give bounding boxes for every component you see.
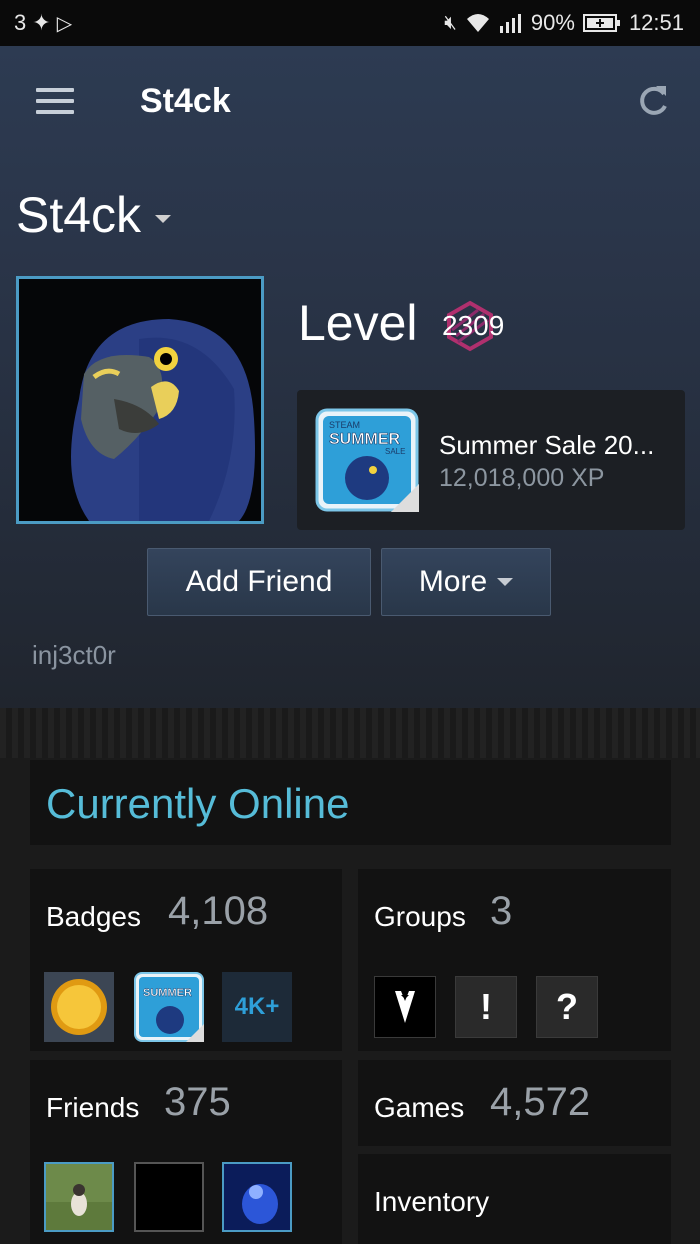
featured-badge-xp: 12,018,000 XP (439, 464, 605, 492)
badge-art-sale: SALE (385, 447, 405, 456)
add-friend-label: Add Friend (185, 565, 333, 598)
app-title: St4ck (140, 82, 231, 120)
friends-count: 375 (164, 1080, 231, 1124)
online-status: Currently Online (46, 780, 350, 827)
exclamation-group-text: ! (480, 986, 492, 1027)
more-button[interactable]: More (381, 548, 551, 616)
4k-badge-text: 4K+ (234, 993, 280, 1020)
avatar[interactable] (16, 276, 264, 524)
friends-panel[interactable]: Friends 375 (30, 1060, 342, 1244)
badge-art-summer: SUMMER (329, 431, 401, 448)
mute-icon: 🔇︎ (444, 11, 457, 34)
question-group-text: ? (556, 986, 578, 1027)
badges-panel[interactable]: Badges 4,108 SUMMER 4K+ (30, 869, 342, 1051)
friend-avatar-blue[interactable] (222, 1162, 292, 1232)
featured-badge-title: Summer Sale 20... (439, 430, 655, 460)
level-value: 2309 (442, 310, 505, 341)
add-friend-button[interactable]: Add Friend (147, 548, 371, 616)
question-group-icon[interactable]: ? (536, 976, 598, 1038)
signal-icon (499, 14, 521, 33)
refresh-icon[interactable] (634, 82, 672, 120)
persona-name: St4ck (16, 187, 142, 243)
summer-sale-badge-icon: SUMMER (134, 972, 204, 1042)
badges-label: Badges (46, 901, 141, 932)
inventory-panel[interactable]: Inventory (358, 1154, 671, 1244)
badge-art-steam: STEAM (329, 420, 360, 430)
tuxedo-group-icon[interactable] (374, 976, 436, 1038)
app-toolbar: St4ck (0, 46, 700, 156)
chevron-down-icon (497, 578, 514, 586)
badge-thumb-summer: SUMMER (143, 987, 192, 999)
wifi-icon (466, 14, 489, 32)
inventory-label: Inventory (374, 1186, 490, 1217)
4k-badge-icon: 4K+ (222, 972, 292, 1042)
battery-percent: 90% (530, 10, 575, 35)
chevron-down-icon (155, 214, 172, 223)
groups-panel[interactable]: Groups 3 ! ? (358, 869, 671, 1051)
groups-label: Groups (374, 901, 466, 932)
menu-icon[interactable] (36, 88, 74, 114)
persona-name-dropdown[interactable]: St4ck (16, 186, 172, 244)
notification-count: 3 (14, 10, 27, 35)
parrot-avatar-image (19, 279, 261, 521)
account-username: inj3ct0r (32, 640, 116, 670)
status-bar: 3 ✦ ▷ 🔇︎ 90% 12:51 (0, 0, 700, 46)
games-label: Games (374, 1092, 465, 1123)
coin-badge-icon (44, 972, 114, 1042)
games-count: 4,572 (490, 1080, 591, 1124)
cat-app-icon: ✦ (32, 10, 51, 35)
play-store-icon: ▷ (56, 12, 73, 35)
divider-strip (0, 708, 700, 758)
friends-label: Friends (46, 1092, 140, 1123)
more-label: More (418, 565, 488, 598)
groups-count: 3 (490, 889, 513, 933)
badges-count: 4,108 (168, 889, 269, 933)
friend-avatar-black[interactable] (134, 1162, 204, 1232)
friend-avatar-dog[interactable] (44, 1162, 114, 1232)
featured-badge-card[interactable]: STEAM SUMMER SALE Summer Sale 20... 12,0… (297, 390, 685, 530)
summer-sale-badge-image: STEAM SUMMER SALE (315, 408, 419, 512)
level-label: Level (298, 295, 418, 351)
battery-charging-icon (582, 14, 620, 32)
online-status-box: Currently Online (30, 760, 671, 845)
games-panel[interactable]: Games 4,572 (358, 1060, 671, 1146)
exclamation-group-icon[interactable]: ! (455, 976, 517, 1038)
profile-header: St4ck St4ck Level 2309 STEAM SUMMER SALE… (0, 46, 700, 708)
clock: 12:51 (628, 10, 684, 35)
